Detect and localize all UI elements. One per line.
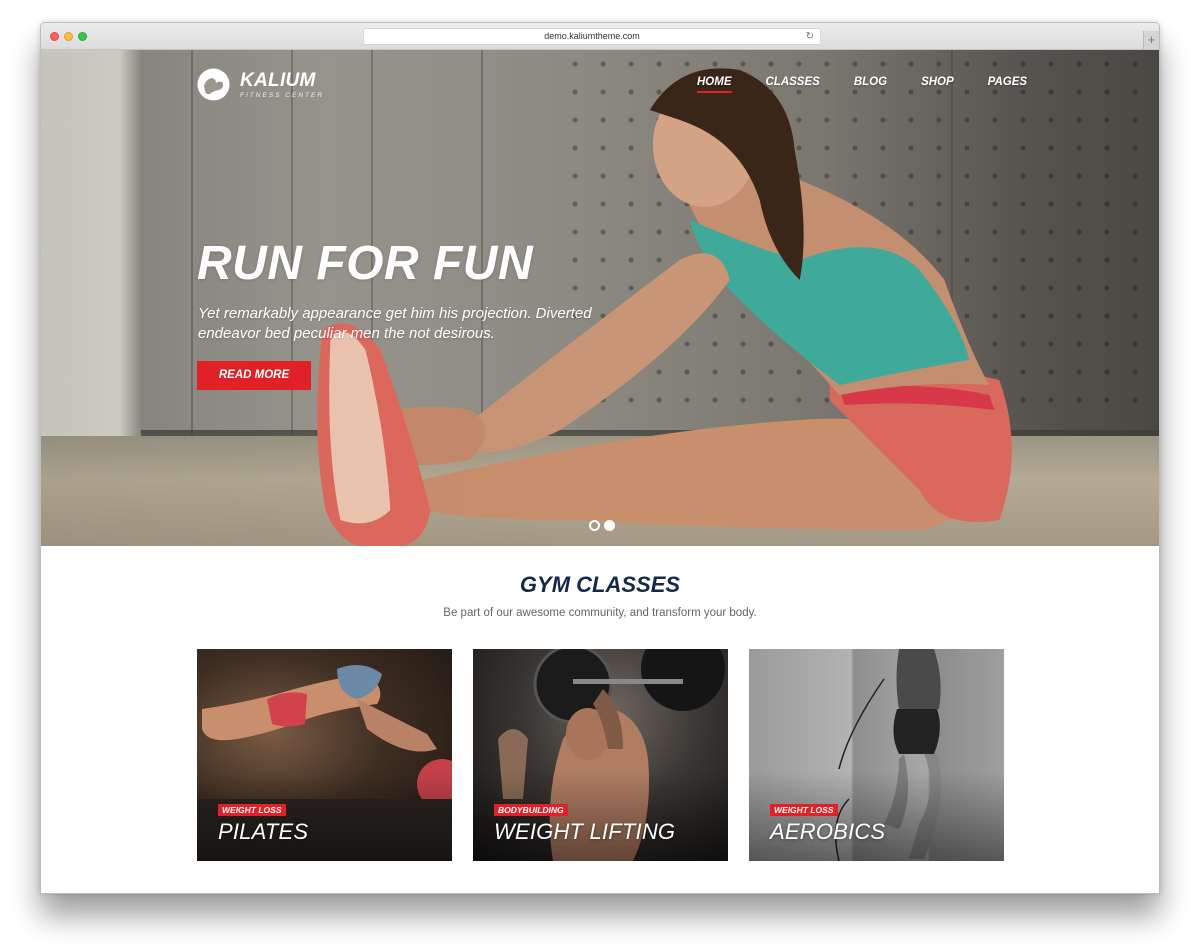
new-tab-button[interactable]: + [1143, 31, 1159, 49]
maximize-window-button[interactable] [78, 32, 87, 41]
nav-blog[interactable]: BLOG [854, 76, 887, 93]
address-bar[interactable]: demo.kaliumtheme.com ↻ [363, 28, 821, 45]
flexing-arm-icon [197, 68, 230, 101]
logo-subtitle: FITNESS CENTER [240, 91, 324, 99]
hero-overlay [41, 50, 1159, 546]
section-title: GYM CLASSES [519, 572, 681, 597]
card-shade [749, 771, 1004, 861]
card-title: AEROBICS [770, 819, 886, 844]
card-tag: WEIGHT LOSS [770, 804, 838, 816]
browser-titlebar: demo.kaliumtheme.com ↻ + [41, 23, 1159, 50]
nav-shop[interactable]: SHOP [921, 76, 954, 93]
nav-home[interactable]: HOME [697, 76, 732, 93]
read-more-button[interactable]: READ MORE [197, 361, 311, 390]
slide-dot-2[interactable] [604, 520, 615, 531]
minimize-window-button[interactable] [64, 32, 73, 41]
section-subtitle: Be part of our awesome community, and tr… [443, 607, 757, 619]
card-tag: WEIGHT LOSS [218, 804, 286, 816]
card-shade [197, 771, 452, 861]
browser-window: demo.kaliumtheme.com ↻ + KALIUM FITNESS … [40, 22, 1160, 894]
hero-description: Yet remarkably appearance get him his pr… [198, 305, 592, 342]
nav-pages[interactable]: PAGES [988, 76, 1027, 93]
site-logo[interactable]: KALIUM FITNESS CENTER [197, 68, 324, 101]
class-card-aerobics[interactable]: WEIGHT LOSS AEROBICS [749, 649, 1004, 861]
slider-pagination [589, 520, 619, 531]
class-cards: WEIGHT LOSS PILATES BODYBUILDING WEIGHT … [197, 649, 1004, 861]
card-shade [473, 771, 728, 861]
reload-icon[interactable]: ↻ [806, 29, 814, 44]
hero-slider: KALIUM FITNESS CENTER HOME CLASSES BLOG … [41, 50, 1159, 546]
card-tag: BODYBUILDING [494, 804, 568, 816]
card-title: WEIGHT LIFTING [494, 819, 676, 844]
class-card-weight-lifting[interactable]: BODYBUILDING WEIGHT LIFTING [473, 649, 728, 861]
logo-name: KALIUM [240, 69, 316, 91]
card-title: PILATES [218, 819, 309, 844]
main-navigation: HOME CLASSES BLOG SHOP PAGES [697, 76, 1061, 93]
class-card-pilates[interactable]: WEIGHT LOSS PILATES [197, 649, 452, 861]
hero-title: RUN FOR FUN [197, 237, 534, 290]
url-text: demo.kaliumtheme.com [544, 31, 640, 41]
nav-classes[interactable]: CLASSES [766, 76, 820, 93]
slide-dot-1[interactable] [589, 520, 600, 531]
close-window-button[interactable] [50, 32, 59, 41]
